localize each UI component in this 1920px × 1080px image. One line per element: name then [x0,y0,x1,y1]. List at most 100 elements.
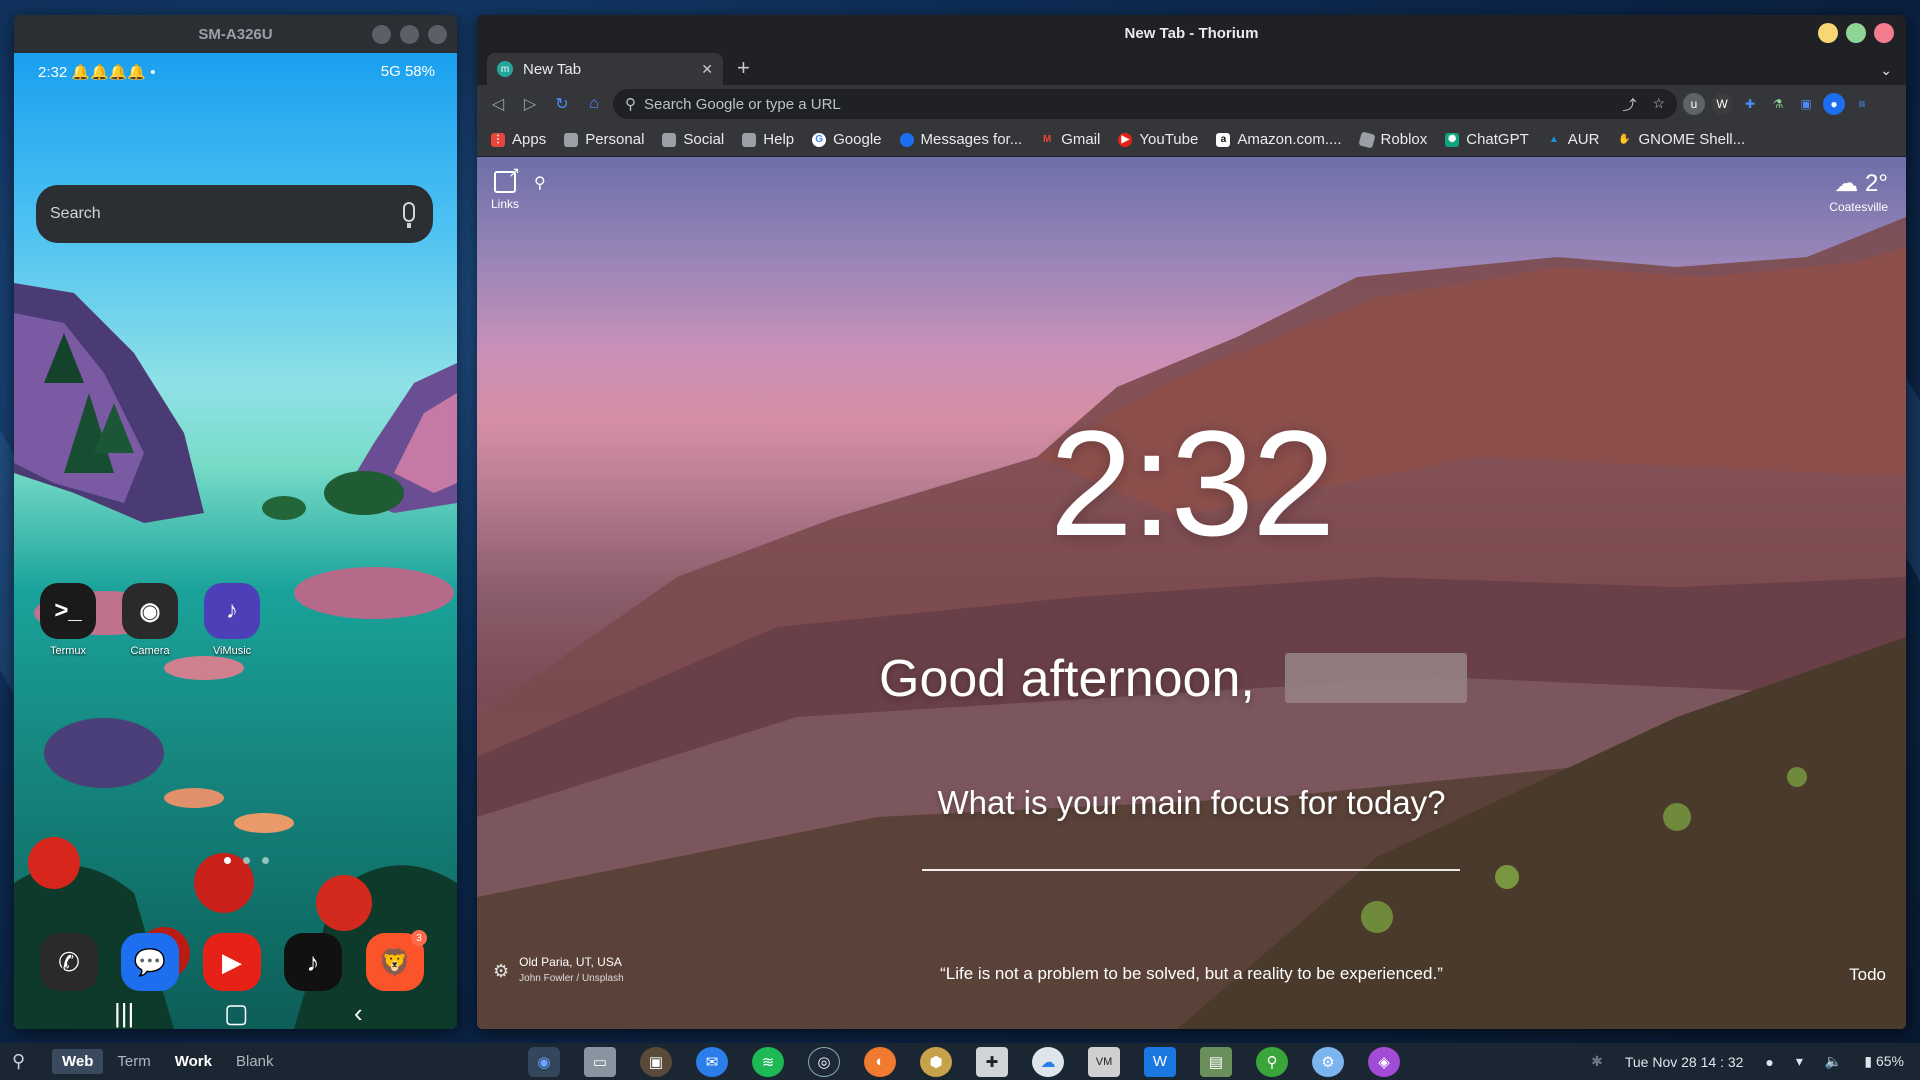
media-player-icon[interactable]: ◈ [1368,1046,1400,1077]
workspace-web[interactable]: Web [52,1049,104,1074]
datetime[interactable]: Tue Nov 28 14 : 32 [1625,1054,1744,1070]
bookmark-star-icon[interactable]: ☆ [1652,95,1665,115]
bookmark-label: ChatGPT [1466,131,1529,148]
recents-button[interactable]: ||| [114,998,134,1029]
bluetooth-icon[interactable]: ✱ [1591,1053,1603,1070]
new-tab-page[interactable]: Links ⚲ ☁ 2° Coatesville 2:32 Good after… [477,157,1906,1029]
phone-screen[interactable]: 2:32 🔔🔔🔔🔔 • 5G 58% Search >_ Termux ◉ Ca… [14,53,457,1029]
mic-icon[interactable] [403,202,415,228]
profile-avatar[interactable]: ● [1823,93,1845,115]
bookmark-messages[interactable]: Messages for... [899,131,1022,148]
amazon-icon: a [1216,132,1231,147]
volume-icon[interactable]: 🔈 [1825,1053,1842,1070]
youtube-icon[interactable]: ▶ [203,933,261,991]
search-icon[interactable]: ⚲ [12,1051,32,1072]
brave-icon[interactable]: 🦁 3 [366,930,427,991]
messages-icon [899,132,914,147]
settings-gear-icon[interactable]: ⚙ [1312,1046,1344,1077]
notification-dot-icon[interactable]: ● [1765,1054,1773,1070]
bookmark-roblox[interactable]: Roblox [1357,130,1427,149]
links-button[interactable]: Links [491,164,520,211]
tab-new-tab[interactable]: m New Tab ✕ [487,53,723,85]
close-button[interactable] [1874,23,1894,43]
music-icon: ♪ [204,583,260,639]
app-vimusic[interactable]: ♪ ViMusic [203,583,261,657]
app-termux[interactable]: >_ Termux [39,583,97,657]
share-icon[interactable]: ⤴ [1622,95,1636,115]
waveform-icon[interactable]: W [1144,1046,1176,1077]
todo-button[interactable]: Todo [1849,965,1886,985]
bookmark-social[interactable]: Social [662,131,724,148]
tiktok-icon[interactable]: ♪ [284,933,342,991]
phone-window-titlebar[interactable]: SM-A326U [14,15,457,53]
system-tray: ✱ Tue Nov 28 14 : 32 ● ▾ 🔈 ▮ 65% [1591,1043,1904,1080]
new-tab-button[interactable]: + [737,55,750,81]
minimize-button[interactable] [372,25,391,44]
ublock-icon[interactable]: u [1683,93,1705,115]
weather-widget[interactable]: ☁ 2° Coatesville [1829,169,1888,214]
thorium-browser-icon[interactable]: ◉ [528,1046,560,1077]
reload-icon[interactable]: ↻ [549,91,575,117]
package-icon[interactable]: ⬢ [920,1046,952,1077]
blender-icon[interactable]: ◐ [864,1046,896,1077]
close-tab-icon[interactable]: ✕ [701,61,713,78]
virtualbox-icon[interactable]: VM [1088,1046,1120,1077]
phone-mirror-window[interactable]: SM-A326U 2:32 🔔🔔🔔🔔 • 5G 58% Search >_ Te… [14,15,457,1029]
browser-window[interactable]: New Tab - Thorium m New Tab ✕ + ⌄ ◁ ▷ ↻ … [477,15,1906,1029]
bookmark-gnome[interactable]: ✋ GNOME Shell... [1617,131,1745,148]
steam-icon[interactable]: ◎ [808,1046,840,1077]
bookmark-gmail[interactable]: M Gmail [1040,131,1100,148]
close-button[interactable] [428,25,447,44]
game-controller-icon[interactable]: ✚ [976,1046,1008,1077]
minimize-button[interactable] [1818,23,1838,43]
battery-icon: ▮ [1864,1053,1873,1069]
menu-icon[interactable]: ≡ [1851,93,1873,115]
omnibox-placeholder: Search Google or type a URL [644,95,841,113]
phone-icon[interactable]: ✆ [40,933,98,991]
forward-arrow-icon[interactable]: ▷ [517,91,543,117]
bookmark-amazon[interactable]: a Amazon.com.... [1216,131,1342,148]
wifi-icon[interactable]: ▾ [1796,1053,1803,1070]
chatgpt-icon: ✺ [1445,132,1460,147]
app-camera[interactable]: ◉ Camera [121,583,179,657]
bookmark-label: Google [833,131,882,148]
workspace-work[interactable]: Work [165,1049,222,1074]
bookmark-help[interactable]: Help [742,131,794,148]
extensions-puzzle-icon[interactable]: ✚ [1739,93,1761,115]
home-icon[interactable]: ⌂ [581,91,607,117]
thunderbird-icon[interactable]: ✉ [696,1046,728,1077]
tab-search-chevron-icon[interactable]: ⌄ [1880,62,1892,79]
search-icon[interactable]: ⚲ [534,173,546,193]
side-panel-icon[interactable]: ▣ [1795,93,1817,115]
wallet-extension-icon[interactable]: W [1711,93,1733,115]
bookmark-personal[interactable]: Personal [564,131,644,148]
messages-icon[interactable]: 💬 [121,933,179,991]
bookmark-youtube[interactable]: ▶ YouTube [1118,131,1198,148]
focus-input[interactable] [922,869,1460,871]
battery-percent[interactable]: 65% [1876,1053,1904,1069]
browser-titlebar[interactable]: New Tab - Thorium [477,15,1906,51]
files-icon[interactable]: ▭ [584,1046,616,1077]
maps-pin-icon[interactable]: ⚲ [1256,1046,1288,1077]
bookmark-google[interactable]: G Google [812,131,882,148]
back-button[interactable]: ‹ [354,998,363,1029]
browser-window-title: New Tab - Thorium [1124,24,1259,42]
maximize-button[interactable] [1846,23,1866,43]
phone-search-bar[interactable]: Search [36,185,433,243]
system-monitor-icon[interactable]: ▤ [1200,1046,1232,1077]
workspace-term[interactable]: Term [107,1049,160,1074]
apps-grid-icon: ⋮ [491,132,505,147]
workspace-blank[interactable]: Blank [226,1049,284,1074]
home-button[interactable]: ▢ [224,998,249,1029]
spotify-icon[interactable]: ≋ [752,1046,784,1077]
back-arrow-icon[interactable]: ◁ [485,91,511,117]
bookmark-chatgpt[interactable]: ✺ ChatGPT [1445,131,1529,148]
app-label: Camera [130,645,170,657]
maximize-button[interactable] [400,25,419,44]
terminal-icon[interactable]: ▣ [640,1046,672,1077]
bookmark-apps[interactable]: ⋮ Apps [491,131,546,148]
lab-flask-icon[interactable]: ⚗ [1767,93,1789,115]
bookmark-aur[interactable]: ▲ AUR [1547,131,1600,148]
cloud-sync-icon[interactable]: ☁ [1032,1046,1064,1077]
omnibox[interactable]: ⚲ Search Google or type a URL ⤴ ☆ [613,89,1677,119]
